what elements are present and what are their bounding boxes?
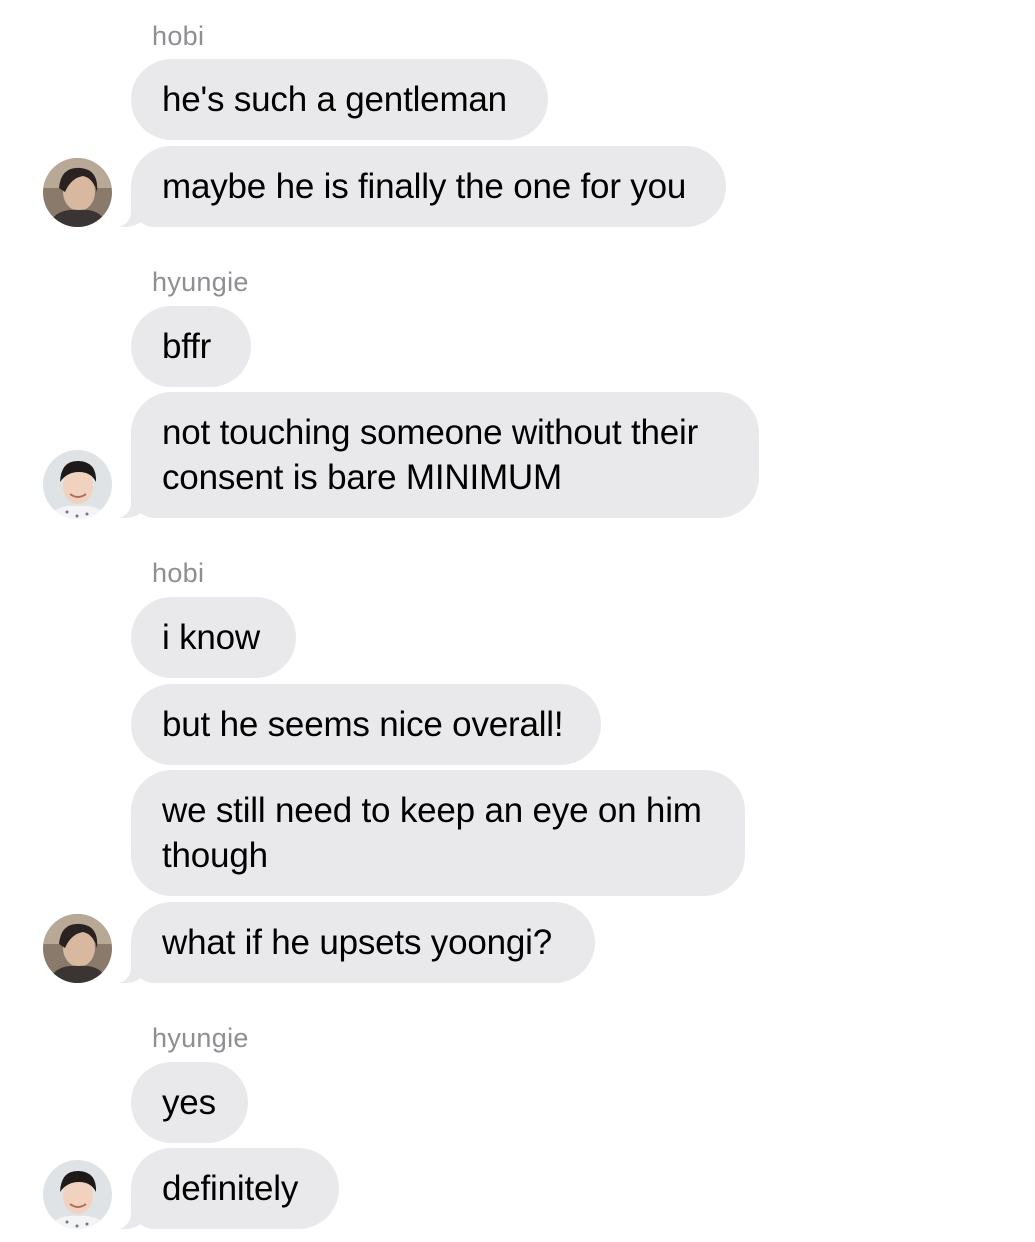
sender-name-hobi: hobi xyxy=(152,558,205,588)
message-text: not touching someone without their conse… xyxy=(162,413,699,497)
message-text: definitely xyxy=(162,1169,299,1208)
message-text: bffr xyxy=(162,327,212,366)
message-text: maybe he is finally the one for you xyxy=(162,167,687,206)
message-text: what if he upsets yoongi? xyxy=(162,923,552,962)
sender-name-hyungie: hyungie xyxy=(152,1023,249,1053)
message-text: yes xyxy=(162,1083,216,1122)
message-bubble[interactable]: what if he upsets yoongi? xyxy=(109,902,595,984)
smiling-person-avatar-icon xyxy=(43,450,112,519)
sender-name-hyungie: hyungie xyxy=(152,267,249,297)
avatar[interactable] xyxy=(43,450,112,519)
message-bubble[interactable]: yes xyxy=(131,1062,248,1143)
dark-haired-person-avatar-icon xyxy=(43,158,112,227)
dark-haired-person-avatar-icon xyxy=(43,914,112,983)
message-bubble[interactable]: i know xyxy=(131,597,296,678)
message-text: but he seems nice overall! xyxy=(162,705,564,744)
message-bubble[interactable]: not touching someone without their conse… xyxy=(109,392,759,519)
message-text: i know xyxy=(162,618,261,657)
message-bubble[interactable]: maybe he is finally the one for you xyxy=(109,146,726,228)
avatar[interactable] xyxy=(43,1160,112,1229)
chat-transcript: hobi he's such a gentleman maybe he is f… xyxy=(0,0,1035,1242)
sender-name-hobi: hobi xyxy=(152,21,205,51)
message-bubble[interactable]: bffr xyxy=(131,306,251,387)
avatar[interactable] xyxy=(43,158,112,227)
smiling-person-avatar-icon xyxy=(43,1160,112,1229)
message-bubble[interactable]: we still need to keep an eye on him thou… xyxy=(131,770,745,896)
message-text: he's such a gentleman xyxy=(162,80,507,119)
message-bubble[interactable]: he's such a gentleman xyxy=(131,59,548,140)
message-bubble[interactable]: definitely xyxy=(109,1148,339,1230)
message-text: we still need to keep an eye on him thou… xyxy=(162,791,702,875)
message-bubble[interactable]: but he seems nice overall! xyxy=(131,684,601,765)
avatar[interactable] xyxy=(43,914,112,983)
